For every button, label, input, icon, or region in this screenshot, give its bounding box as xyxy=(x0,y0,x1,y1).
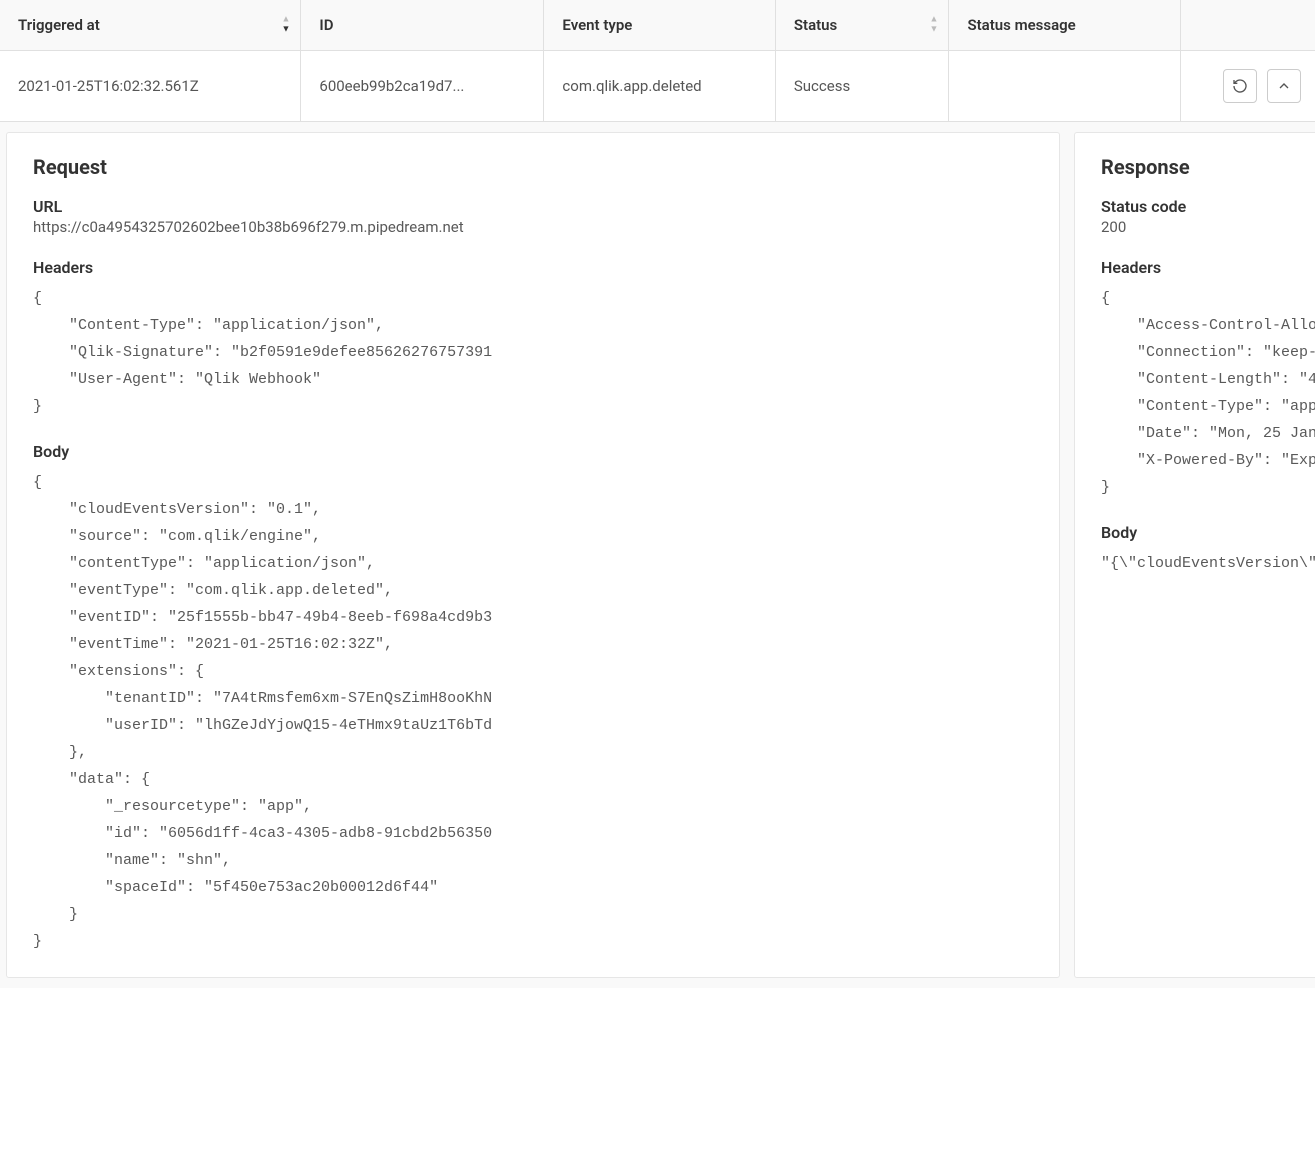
request-panel: Request URL https://c0a4954325702602bee1… xyxy=(6,132,1060,978)
response-title: Response xyxy=(1101,155,1315,179)
refresh-icon xyxy=(1232,78,1248,94)
sort-up-icon[interactable]: ▲ xyxy=(930,16,939,25)
col-id[interactable]: ID xyxy=(301,0,544,51)
col-label: Status xyxy=(794,16,837,34)
response-headers-scroll[interactable]: { "Access-Control-Allow-Origin": "*", "C… xyxy=(1101,281,1315,501)
col-label: ID xyxy=(319,16,333,34)
col-label: Event type xyxy=(562,16,632,34)
request-headers-label: Headers xyxy=(33,258,1033,277)
deliveries-table: Triggered at ▲ ▼ ID Event type Status ▲ xyxy=(0,0,1315,122)
retry-button[interactable] xyxy=(1223,69,1257,103)
url-value: https://c0a4954325702602bee10b38b696f279… xyxy=(33,218,1033,236)
collapse-button[interactable] xyxy=(1267,69,1301,103)
url-label: URL xyxy=(33,197,1033,216)
status-code-label: Status code xyxy=(1101,197,1315,216)
details-panel: Request URL https://c0a4954325702602bee1… xyxy=(0,122,1315,988)
request-body-scroll[interactable]: { "cloudEventsVersion": "0.1", "source":… xyxy=(33,465,1033,955)
cell-triggered-at: 2021-01-25T16:02:32.561Z xyxy=(0,51,301,122)
request-headers-code: { "Content-Type": "application/json", "Q… xyxy=(33,285,1033,420)
cell-event-type: com.qlik.app.deleted xyxy=(544,51,775,122)
col-label: Triggered at xyxy=(18,16,100,34)
sort-down-icon[interactable]: ▼ xyxy=(281,26,290,35)
status-code-value: 200 xyxy=(1101,218,1315,236)
cell-actions xyxy=(1180,51,1315,122)
request-body-label: Body xyxy=(33,442,1033,461)
cell-status-message xyxy=(949,51,1180,122)
cell-status: Success xyxy=(775,51,949,122)
response-panel: Response Status code 200 Headers { "Acce… xyxy=(1074,132,1315,978)
sort-buttons[interactable]: ▲ ▼ xyxy=(930,16,939,35)
request-title: Request xyxy=(33,155,1033,179)
sort-down-icon[interactable]: ▼ xyxy=(930,26,939,35)
col-triggered-at[interactable]: Triggered at ▲ ▼ xyxy=(0,0,301,51)
sort-up-icon[interactable]: ▲ xyxy=(281,16,290,25)
col-actions xyxy=(1180,0,1315,51)
chevron-up-icon xyxy=(1276,78,1292,94)
response-body-code: "{\"cloudEventsVersion\":\"0.1\",\"sourc… xyxy=(1101,550,1315,577)
sort-buttons[interactable]: ▲ ▼ xyxy=(281,16,290,35)
response-body-scroll[interactable]: "{\"cloudEventsVersion\":\"0.1\",\"sourc… xyxy=(1101,546,1315,577)
response-headers-label: Headers xyxy=(1101,258,1315,277)
col-event-type[interactable]: Event type xyxy=(544,0,775,51)
table-header-row: Triggered at ▲ ▼ ID Event type Status ▲ xyxy=(0,0,1315,51)
request-headers-scroll[interactable]: { "Content-Type": "application/json", "Q… xyxy=(33,281,1033,420)
request-body-code: { "cloudEventsVersion": "0.1", "source":… xyxy=(33,469,1033,955)
response-body-label: Body xyxy=(1101,523,1315,542)
cell-id: 600eeb99b2ca19d7... xyxy=(301,51,544,122)
table-row[interactable]: 2021-01-25T16:02:32.561Z 600eeb99b2ca19d… xyxy=(0,51,1315,122)
col-status[interactable]: Status ▲ ▼ xyxy=(775,0,949,51)
response-headers-code: { "Access-Control-Allow-Origin": "*", "C… xyxy=(1101,285,1315,501)
col-status-message[interactable]: Status message xyxy=(949,0,1180,51)
col-label: Status message xyxy=(967,16,1075,34)
